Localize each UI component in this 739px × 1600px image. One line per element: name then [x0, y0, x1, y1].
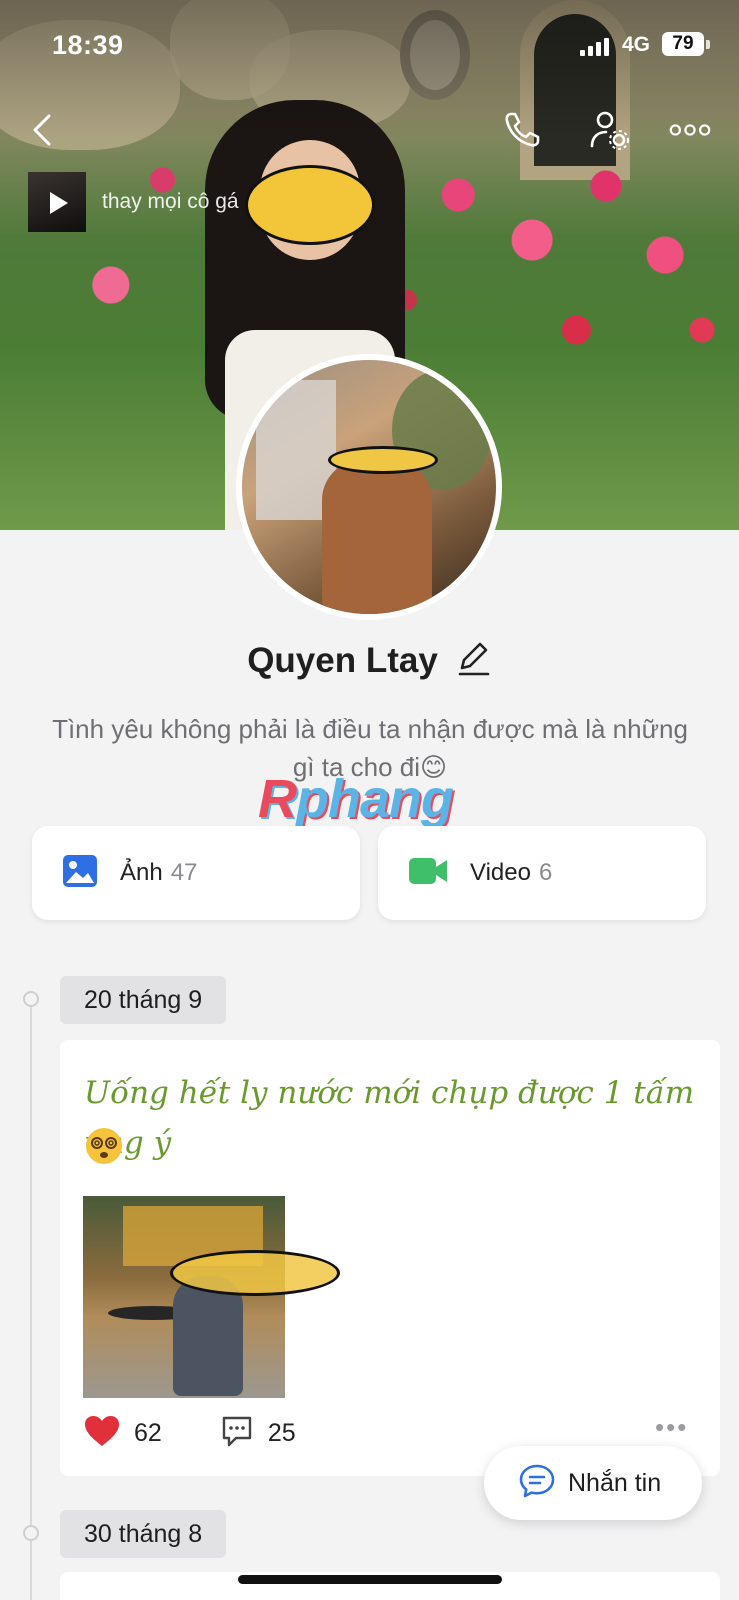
post-caption: Uống hết ly nước mới chụp được 1 tấm ưng… [84, 1068, 704, 1168]
photo-gallery-icon [62, 854, 98, 893]
videos-label: Video [470, 859, 531, 886]
post-actions: 62 25 [84, 1414, 296, 1453]
timeline-dot [23, 991, 39, 1007]
profile-settings-icon[interactable] [588, 108, 632, 152]
top-nav [0, 100, 739, 160]
battery-tip [706, 40, 710, 49]
date-chip: 20 tháng 9 [60, 976, 227, 1024]
videos-card[interactable]: Video 6 [378, 826, 706, 920]
message-button[interactable]: Nhắn tin [484, 1446, 702, 1520]
dizzy-face-emoji [84, 1126, 124, 1171]
date-chip: 30 tháng 8 [60, 1510, 227, 1558]
timeline-line [30, 998, 32, 1600]
photos-count: 47 [170, 859, 198, 886]
status-time: 18:39 [52, 30, 124, 60]
phone-icon[interactable] [500, 108, 544, 152]
photos-label: Ảnh [120, 859, 163, 886]
profile-name-row: Quyen Ltay [0, 638, 739, 683]
photos-card[interactable]: Ảnh 47 [32, 826, 360, 920]
post-caption-text: Uống hết ly nước mới chụp được 1 tấm ưng… [84, 1075, 695, 1161]
like-count: 62 [134, 1419, 162, 1447]
edit-pencil-icon[interactable] [456, 638, 492, 683]
status-bar: 18:39 4G 79 [0, 0, 739, 95]
avatar[interactable] [236, 354, 502, 620]
home-indicator[interactable] [238, 1575, 502, 1584]
profile-music[interactable]: thay mọi cô gá [28, 172, 239, 232]
more-icon[interactable] [668, 108, 712, 152]
message-button-label: Nhắn tin [568, 1468, 662, 1497]
back-icon[interactable] [20, 108, 64, 152]
chat-bubble-icon [518, 1463, 556, 1504]
profile-name: Quyen Ltay [247, 640, 438, 680]
network-type: 4G [622, 33, 651, 56]
videos-count: 6 [538, 859, 553, 886]
timeline-dot [23, 1525, 39, 1541]
watermark-logo: Rphang [258, 769, 454, 829]
music-title: thay mọi cô gá [102, 190, 239, 213]
signal-icon [580, 38, 609, 56]
heart-icon[interactable] [84, 1415, 120, 1452]
video-camera-icon [408, 856, 448, 891]
post-photo[interactable] [83, 1196, 285, 1398]
timeline-post[interactable]: Uống hết ly nước mới chụp được 1 tấm ưng… [60, 1040, 720, 1476]
music-thumbnail[interactable] [28, 172, 86, 232]
battery-icon: 79 [662, 32, 704, 56]
comment-icon[interactable] [220, 1414, 254, 1453]
play-icon [50, 192, 68, 214]
comment-count: 25 [267, 1419, 296, 1447]
post-more-icon[interactable]: ••• [655, 1412, 688, 1443]
